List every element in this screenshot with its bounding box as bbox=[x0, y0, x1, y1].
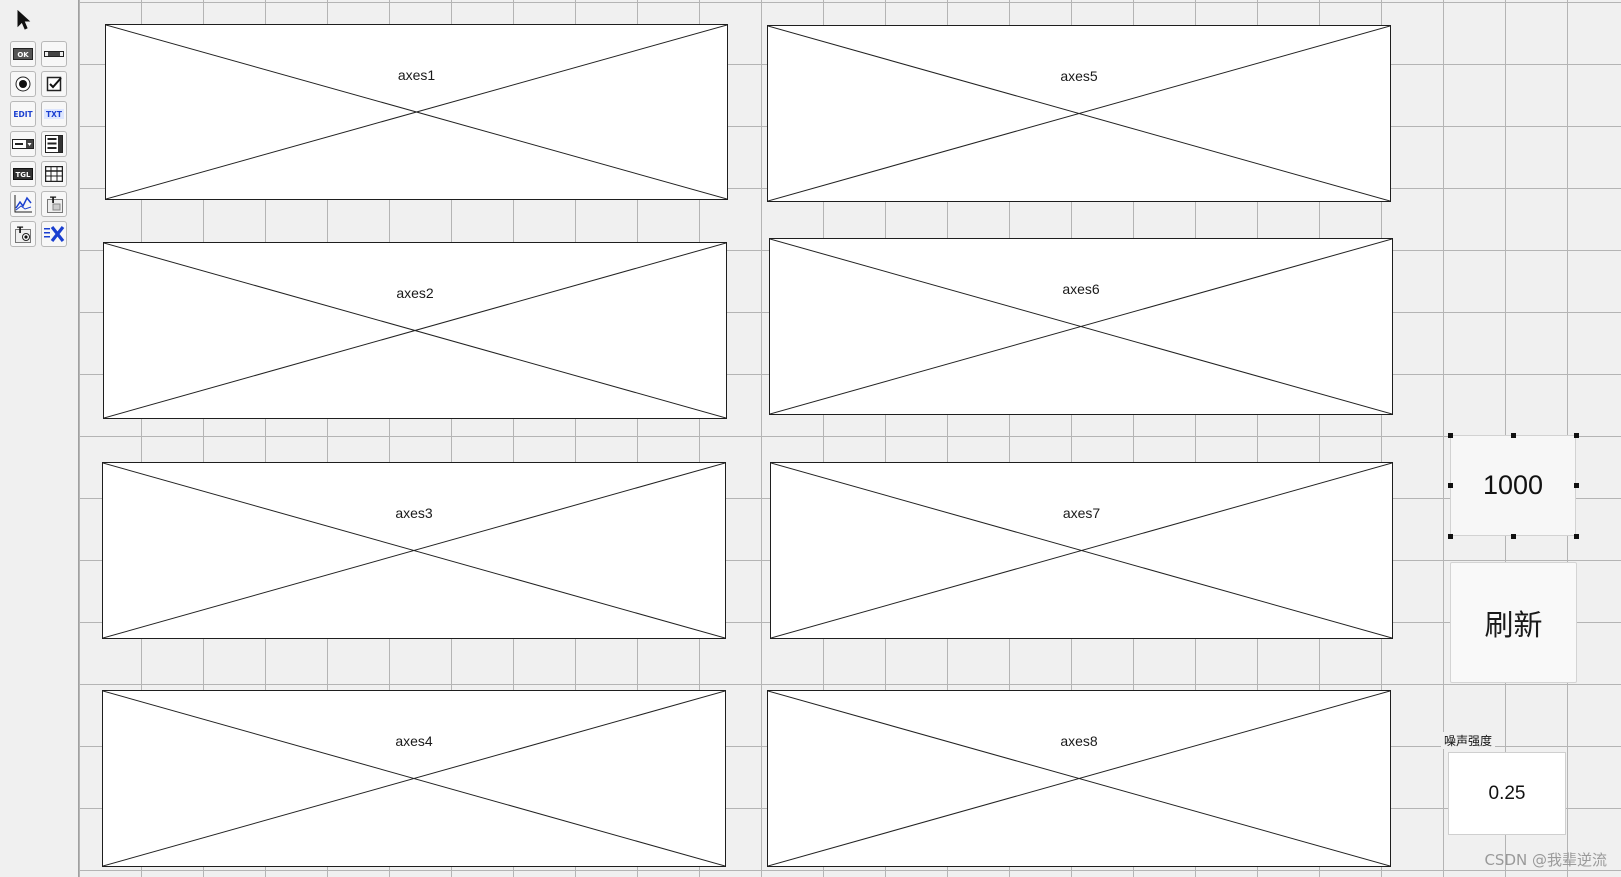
axes-label: axes8 bbox=[1060, 733, 1098, 749]
panel-tool-icon[interactable]: T bbox=[41, 191, 67, 217]
selection-handle[interactable] bbox=[1574, 433, 1579, 438]
toggle-button-tool-text: TGL bbox=[16, 171, 32, 179]
axes-label: axes4 bbox=[395, 733, 433, 749]
static-text-tool-icon[interactable]: TXT bbox=[41, 101, 67, 127]
selection-handle[interactable] bbox=[1574, 483, 1579, 488]
axes7-placeholder[interactable]: axes7 bbox=[770, 462, 1393, 639]
axes-label: axes3 bbox=[395, 505, 433, 521]
refresh-button[interactable]: 刷新 bbox=[1450, 562, 1577, 683]
count-edit-value: 1000 bbox=[1482, 470, 1544, 500]
axes-label: axes1 bbox=[397, 67, 436, 83]
axes2-placeholder[interactable]: axes2 bbox=[103, 242, 727, 419]
activex-tool-icon[interactable] bbox=[41, 221, 67, 247]
axes-cross-lines bbox=[768, 691, 1390, 866]
guide-layout-editor: OK EDIT TXT TGL T T axes1 axes2 axes3 ax… bbox=[0, 0, 1621, 877]
axes5-placeholder[interactable]: axes5 bbox=[767, 25, 1391, 202]
selection-handle[interactable] bbox=[1574, 534, 1579, 539]
axes-cross-lines bbox=[103, 691, 725, 866]
noise-strength-value: 0.25 bbox=[1488, 782, 1526, 804]
toggle-button-tool-icon[interactable]: TGL bbox=[10, 161, 36, 187]
axes-cross-lines bbox=[770, 239, 1392, 414]
checkbox-tool-icon[interactable] bbox=[41, 71, 67, 97]
selection-handle[interactable] bbox=[1448, 534, 1453, 539]
axes-label: axes2 bbox=[396, 285, 434, 301]
popup-menu-tool-icon[interactable] bbox=[10, 131, 36, 157]
axes-cross-lines bbox=[771, 463, 1392, 638]
slider-tool-icon[interactable] bbox=[41, 41, 67, 67]
axes-tool-icon[interactable] bbox=[10, 191, 36, 217]
radiobutton-tool-icon[interactable] bbox=[10, 71, 36, 97]
edit-text-tool-text: EDIT bbox=[13, 110, 33, 119]
axes4-placeholder[interactable]: axes4 bbox=[102, 690, 726, 867]
component-palette: OK EDIT TXT TGL T T bbox=[0, 0, 79, 877]
axes1-placeholder[interactable]: axes1 bbox=[105, 24, 728, 200]
watermark-text: CSDN @我辈逆流 bbox=[1484, 851, 1607, 869]
axes-label: axes6 bbox=[1062, 281, 1100, 297]
axes-cross-lines bbox=[104, 243, 726, 418]
axes-cross-lines bbox=[103, 463, 725, 638]
noise-strength-label: 噪声强度 bbox=[1441, 732, 1496, 749]
axes-label: axes5 bbox=[1060, 68, 1098, 84]
axes-label: axes7 bbox=[1062, 505, 1101, 521]
edit-text-tool-icon[interactable]: EDIT bbox=[10, 101, 36, 127]
pushbutton-tool-text: OK bbox=[17, 51, 29, 59]
listbox-tool-icon[interactable] bbox=[41, 131, 67, 157]
selection-handle[interactable] bbox=[1448, 433, 1453, 438]
static-text-tool-text: TXT bbox=[46, 110, 63, 119]
axes8-placeholder[interactable]: axes8 bbox=[767, 690, 1391, 867]
noise-strength-input[interactable]: 0.25 bbox=[1448, 752, 1566, 835]
button-group-tool-icon[interactable]: T bbox=[10, 221, 36, 247]
axes-cross-lines bbox=[768, 26, 1390, 201]
pushbutton-tool-icon[interactable]: OK bbox=[10, 41, 36, 67]
axes-cross-lines bbox=[106, 25, 727, 199]
selection-handle[interactable] bbox=[1511, 534, 1516, 539]
selection-handle[interactable] bbox=[1511, 433, 1516, 438]
refresh-button-label: 刷新 bbox=[1484, 607, 1543, 642]
axes6-placeholder[interactable]: axes6 bbox=[769, 238, 1393, 415]
count-edit-field[interactable]: 1000 bbox=[1450, 435, 1576, 536]
axes3-placeholder[interactable]: axes3 bbox=[102, 462, 726, 639]
selection-handle[interactable] bbox=[1448, 483, 1453, 488]
table-tool-icon[interactable] bbox=[41, 161, 67, 187]
select-pointer-icon[interactable] bbox=[11, 7, 37, 33]
